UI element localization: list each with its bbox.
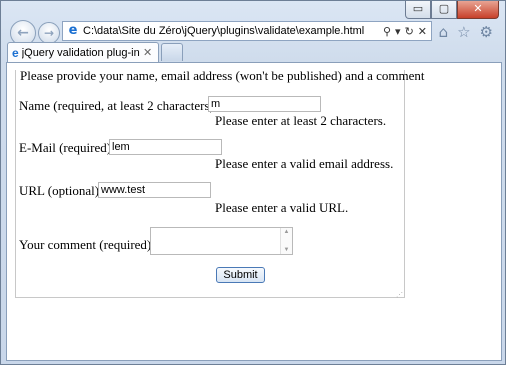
back-arrow-icon: ←: [17, 25, 29, 41]
new-tab-button[interactable]: [161, 43, 183, 61]
form-legend: Please provide your name, email address …: [20, 68, 425, 83]
tab-title: jQuery validation plug-in - ...: [21, 46, 143, 59]
url-error: Please enter a valid URL.: [215, 200, 349, 215]
home-icon[interactable]: ⌂: [439, 23, 449, 41]
comment-textarea[interactable]: ▲ ▼: [150, 227, 293, 255]
textarea-scrollbar[interactable]: ▲ ▼: [280, 228, 292, 254]
url-label: URL (optional): [19, 183, 100, 198]
name-error: Please enter at least 2 characters.: [215, 113, 387, 128]
window-caption-buttons: ▭ ▢ ✕: [405, 1, 499, 19]
forward-button[interactable]: →: [38, 22, 60, 44]
page-content: Please provide your name, email address …: [6, 62, 502, 361]
resize-grip-icon[interactable]: ⋰: [396, 291, 403, 299]
address-url[interactable]: C:\data\Site du Zéro\jQuery\plugins\vali…: [83, 25, 383, 37]
email-label: E-Mail (required): [19, 140, 112, 155]
close-tab-icon[interactable]: ✕: [143, 46, 155, 59]
favorites-star-icon[interactable]: ☆: [457, 23, 470, 41]
minimize-button[interactable]: ▭: [405, 1, 431, 19]
address-tools: ⚲ ▾ ↻ ✕: [383, 25, 427, 38]
comment-label: Your comment (required): [19, 237, 152, 252]
stop-icon[interactable]: ✕: [418, 25, 427, 38]
email-error: Please enter a valid email address.: [215, 156, 394, 171]
chevron-down-icon[interactable]: ▾: [395, 25, 401, 38]
ie-page-icon: e: [68, 23, 78, 38]
navigation-buttons: ← →: [10, 20, 60, 46]
maximize-button[interactable]: ▢: [431, 1, 457, 19]
ie-tab-icon: e: [12, 45, 19, 60]
address-bar[interactable]: e C:\data\Site du Zéro\jQuery\plugins\va…: [62, 21, 432, 41]
name-label: Name (required, at least 2 characters): [19, 98, 214, 113]
browser-toolbar: ⌂ ☆ ⚙: [439, 23, 493, 41]
forward-arrow-icon: →: [43, 26, 55, 40]
name-field[interactable]: m: [208, 96, 321, 112]
email-field[interactable]: lem: [109, 139, 222, 155]
browser-tab[interactable]: e jQuery validation plug-in - ... ✕: [7, 42, 159, 62]
gear-icon[interactable]: ⚙: [480, 23, 493, 41]
browser-window: ▭ ▢ ✕ ← → e C:\data\Site du Zéro\jQuery\…: [0, 0, 506, 365]
refresh-icon[interactable]: ↻: [405, 25, 414, 38]
search-icon[interactable]: ⚲: [383, 25, 391, 38]
url-field[interactable]: www.test: [98, 182, 211, 198]
close-window-button[interactable]: ✕: [457, 1, 499, 19]
submit-button[interactable]: Submit: [216, 267, 265, 283]
